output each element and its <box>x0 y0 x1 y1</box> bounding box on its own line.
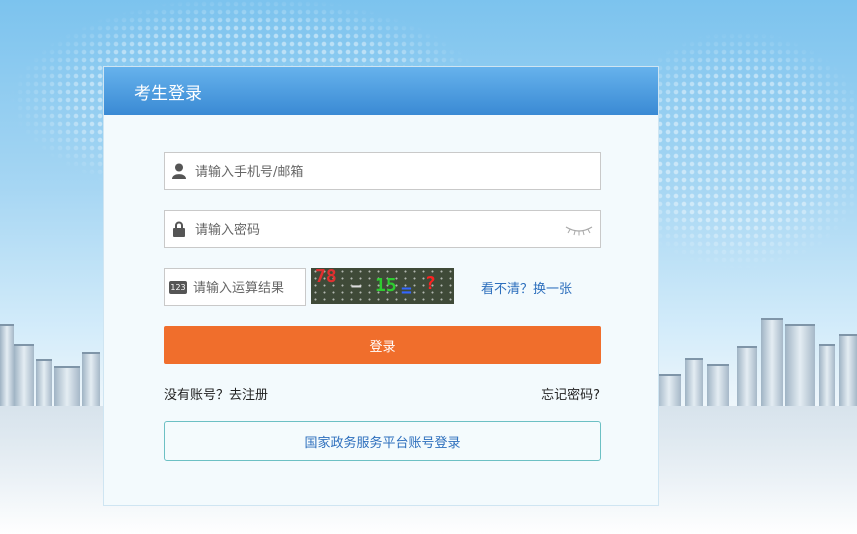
captcha-input[interactable] <box>191 269 307 307</box>
eye-closed-icon[interactable] <box>564 224 594 236</box>
captcha-field: 123 <box>164 268 307 307</box>
register-link[interactable]: 去注册 <box>229 388 268 403</box>
city-skyline-left <box>0 296 120 406</box>
captcha-image[interactable]: 78 − 15 = ? <box>311 268 454 304</box>
password-field <box>164 210 601 249</box>
forgot-password-link[interactable]: 忘记密码? <box>541 384 600 403</box>
gov-platform-login-button[interactable]: 国家政务服务平台账号登录 <box>164 421 601 461</box>
username-input[interactable] <box>193 153 567 191</box>
captcha-operator: − <box>351 276 362 297</box>
username-field <box>164 152 601 191</box>
lock-icon <box>173 221 185 237</box>
password-input[interactable] <box>193 211 567 249</box>
captcha-question: ? <box>425 273 436 294</box>
panel-title: 考生登录 <box>134 84 202 104</box>
register-prompt: 没有账号？去注册 <box>164 384 268 403</box>
no-account-text: 没有账号？ <box>164 388 230 403</box>
captcha-123-icon: 123 <box>169 281 187 294</box>
login-panel: 考生登录 123 78 − 15 = ? 看 <box>103 66 659 506</box>
refresh-captcha-link[interactable]: 看不清？换一张 <box>481 278 572 297</box>
captcha-equals: = <box>401 280 412 301</box>
user-icon <box>172 163 186 179</box>
captcha-operand-a: 78 <box>315 268 337 287</box>
panel-header: 考生登录 <box>104 67 658 115</box>
city-skyline-right <box>657 296 857 406</box>
login-button[interactable]: 登录 <box>164 326 601 364</box>
captcha-operand-b: 15 <box>375 275 397 296</box>
